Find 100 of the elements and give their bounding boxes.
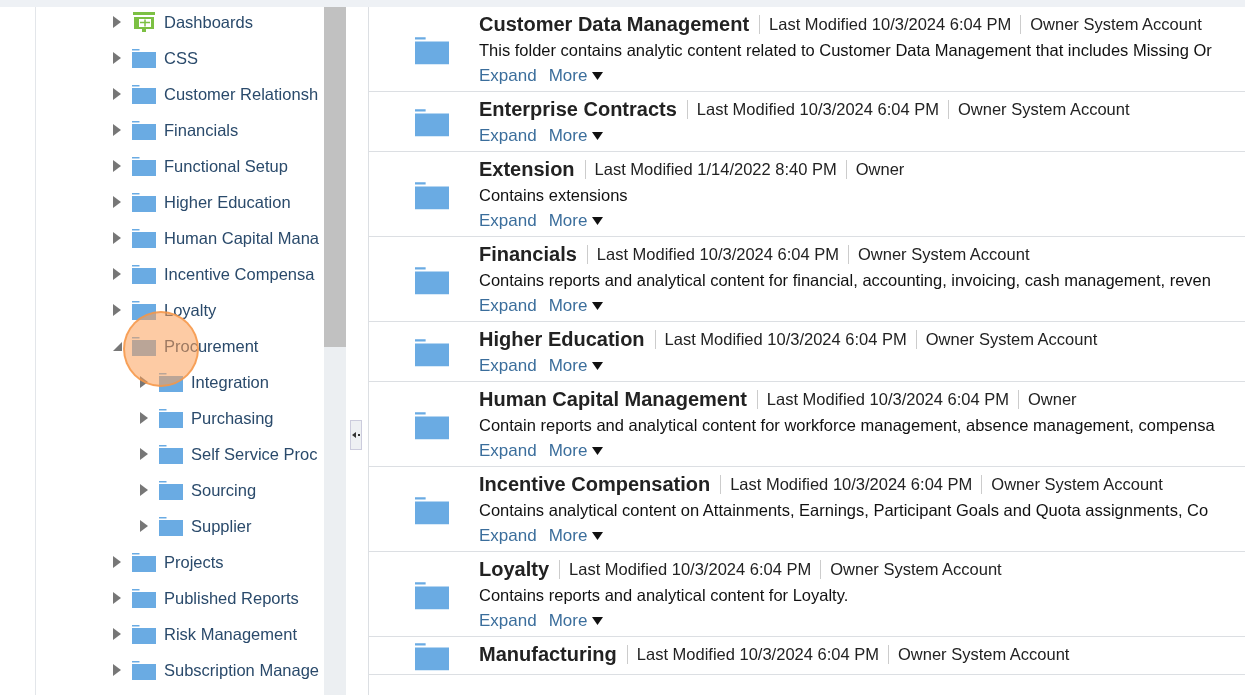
tree-item[interactable]: CSS [164,48,198,68]
expand-arrow-icon[interactable] [140,520,148,532]
expand-arrow-icon[interactable] [113,592,121,604]
last-modified: Last Modified 10/3/2024 6:04 PM [759,15,1021,34]
tree-item[interactable]: Functional Setup [164,156,288,176]
folder-icon [159,480,183,500]
owner: Owner System Account [948,100,1139,119]
dropdown-triangle-icon [592,616,604,625]
folder-icon [132,120,156,140]
tree-item[interactable]: Projects [164,552,224,572]
tree-item[interactable]: Sourcing [191,480,257,500]
scrollbar[interactable] [324,7,346,695]
expand-arrow-icon[interactable] [140,448,148,460]
folder-icon [415,641,449,671]
expand-arrow-icon[interactable] [113,628,121,640]
expand-arrow-icon[interactable] [113,304,121,316]
dropdown-triangle-icon [592,361,604,370]
expand-arrow-icon[interactable] [113,124,121,136]
tree-item[interactable]: Dashboards [164,12,253,32]
folder-description: Contains reports and analytical content for financial, accounting, invoicing, cash management, reven [479,270,1211,291]
tree-item[interactable]: Published Reports [164,588,299,608]
expand-link[interactable]: Expand [479,355,537,376]
expand-arrow-icon[interactable] [140,412,148,424]
more-menu-link[interactable]: More [548,355,604,376]
folder-icon [132,300,156,320]
expand-arrow-icon[interactable] [113,196,121,208]
folder-icon [415,264,449,295]
expand-arrow-icon[interactable] [113,664,121,676]
more-menu-link[interactable]: More [548,125,604,146]
folder-icon [415,494,449,525]
folder-title[interactable]: Enterprise Contracts [479,98,677,121]
expand-arrow-icon[interactable] [113,16,121,28]
tree-item[interactable]: Subscription Manage [164,660,319,680]
owner: Owner [1018,390,1086,409]
last-modified: Last Modified 10/3/2024 6:04 PM [559,560,821,579]
expand-link[interactable]: Expand [479,65,537,86]
folder-description: Contains analytical content on Attainments, Earnings, Participant Goals and Quota assignments, Co [479,500,1209,521]
expand-link[interactable]: Expand [479,525,537,546]
tree-item[interactable]: Integration [191,372,269,392]
expand-link[interactable]: Expand [479,440,537,461]
last-modified: Last Modified 10/3/2024 6:04 PM [586,245,848,264]
tree-item[interactable]: Self Service Proc [191,444,318,464]
folder-icon [159,408,183,428]
more-menu-link[interactable]: More [548,525,604,546]
folder-title[interactable]: Customer Data Management [479,13,750,36]
more-menu-link[interactable]: More [548,610,604,631]
tree-item[interactable]: Financials [164,120,239,140]
folder-icon [159,516,183,536]
expand-link[interactable]: Expand [479,125,537,146]
dashboard-icon [132,12,156,32]
tree-item[interactable]: Customer Relationsh [164,84,319,104]
tree-item[interactable]: Human Capital Mana [164,228,319,248]
expand-arrow-icon[interactable] [113,52,121,64]
expand-arrow-icon[interactable] [113,556,121,568]
more-menu-link[interactable]: More [548,210,604,231]
folder-title[interactable]: Extension [479,158,575,181]
tree-item[interactable]: Supplier [191,516,252,536]
tree-item[interactable]: Purchasing [191,408,274,428]
collapse-arrow-icon[interactable] [112,341,122,351]
expand-arrow-icon[interactable] [113,88,121,100]
owner: Owner System Account [848,245,1039,264]
folder-title[interactable]: Manufacturing [479,643,617,666]
expand-link[interactable]: Expand [479,210,537,231]
folder-icon [132,84,156,104]
folder-description: Contain reports and analytical content for workforce management, absence management, compensa [479,415,1215,436]
collapse-left-icon [352,432,360,438]
dropdown-triangle-icon [592,301,604,310]
expand-link[interactable]: Expand [479,610,537,631]
folder-description: This folder contains analytic content related to Customer Data Management that includes Missing Or [479,40,1212,61]
expand-arrow-icon[interactable] [113,232,121,244]
more-menu-link[interactable]: More [548,440,604,461]
tree-item[interactable]: Loyalty [164,300,217,320]
expand-arrow-icon[interactable] [140,376,148,388]
owner: Owner System Account [1020,15,1211,34]
tree-item[interactable]: Higher Education [164,192,291,212]
owner: Owner System Account [915,330,1107,349]
owner: Owner System Account [887,645,1079,664]
tree-item[interactable]: Risk Management [164,624,297,644]
folder-title[interactable]: Financials [479,243,577,266]
folder-icon [132,192,156,212]
owner: Owner System Account [981,475,1172,494]
folder-title[interactable]: Incentive Compensation [479,473,711,496]
last-modified: Last Modified 10/3/2024 6:04 PM [654,330,916,349]
folder-title[interactable]: Loyalty [479,558,550,581]
more-menu-link[interactable]: More [548,65,604,86]
scrollbar-thumb[interactable] [324,7,346,347]
folder-title[interactable]: Human Capital Management [479,388,747,411]
folder-icon [132,660,156,680]
folder-icon [159,372,183,392]
folder-title[interactable]: Higher Education [479,328,645,351]
more-menu-link[interactable]: More [548,295,604,316]
expand-arrow-icon[interactable] [140,484,148,496]
collapse-pane-button[interactable] [350,420,362,450]
folder-icon [159,444,183,464]
expand-link[interactable]: Expand [479,295,537,316]
folder-icon [415,337,449,367]
expand-arrow-icon[interactable] [113,268,121,280]
expand-arrow-icon[interactable] [113,160,121,172]
folder-icon [132,552,156,572]
tree-item[interactable]: Incentive Compensa [164,264,315,284]
